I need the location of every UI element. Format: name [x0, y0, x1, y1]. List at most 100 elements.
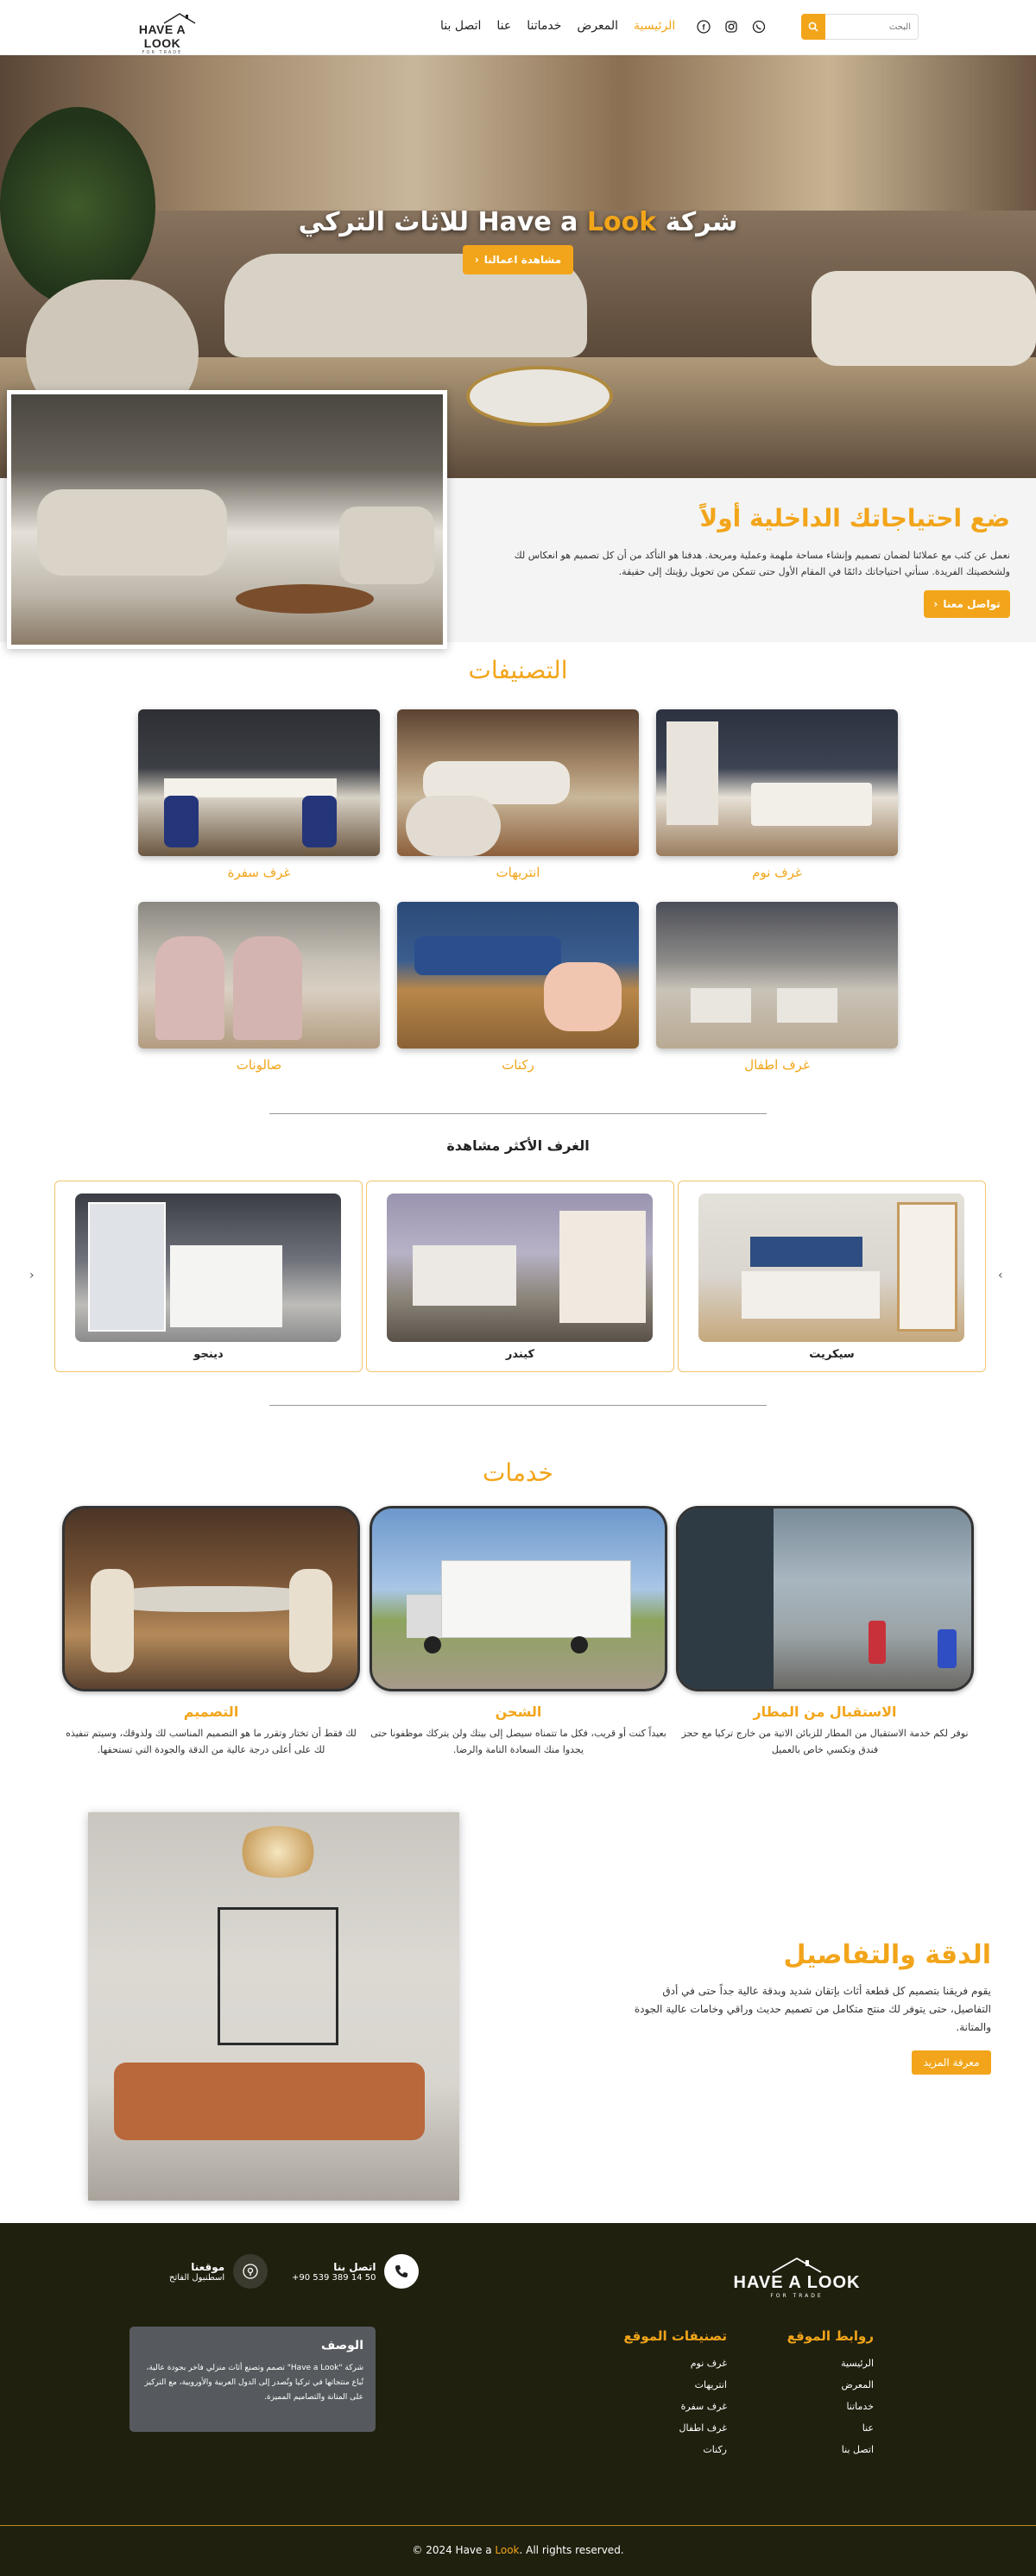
airport-pickup-image [676, 1506, 974, 1691]
room-image [698, 1194, 964, 1342]
room-name: كيندر [505, 1348, 535, 1361]
category-label: صالونات [236, 1057, 282, 1073]
learn-more-button[interactable]: معرفة المزيد [912, 2050, 991, 2075]
kids-room-image [656, 902, 898, 1049]
footer-category-link[interactable]: غرف اطفال [623, 2417, 727, 2439]
categories-title: التصنيفات [468, 656, 568, 684]
footer-categories: تصنيفات الموقع غرف نوم انتريهات غرف سفرة… [623, 2328, 727, 2460]
category-card[interactable]: صالونات [138, 902, 380, 1073]
footer-links: روابط الموقع الرئيسية المعرض خدماتنا عنا… [787, 2328, 874, 2460]
footer-link[interactable]: اتصل بنا [787, 2439, 874, 2460]
service-title: التصميم [183, 1704, 239, 1720]
room-card[interactable]: سيكريت [678, 1181, 986, 1372]
precision-title: الدقة والتفاصيل [783, 1940, 991, 1970]
main-nav: الرئيسية المعرض خدماتنا عنا اتصل بنا [440, 19, 675, 33]
phone-icon [384, 2254, 420, 2289]
chevron-left-icon: ‹ [474, 254, 479, 266]
nav-services[interactable]: خدماتنا [527, 19, 561, 33]
search-bar [801, 14, 919, 40]
footer-link[interactable]: المعرض [787, 2374, 874, 2396]
room-name: سيكريت [809, 1348, 855, 1361]
house-roof-icon [772, 2257, 822, 2273]
footer-category-link[interactable]: غرف سفرة [623, 2396, 727, 2417]
service-title: الاستقبال من المطار [753, 1704, 897, 1720]
design-image [62, 1506, 360, 1691]
footer-category-link[interactable]: غرف نوم [623, 2352, 727, 2374]
category-label: غرف سفرة [227, 865, 291, 880]
footer-phone[interactable]: اتصل بنا +90 539 389 14 50 [292, 2254, 420, 2289]
site-logo[interactable]: HAVE A LOOK FOR TRADE [119, 10, 205, 55]
precision-image [88, 1812, 459, 2201]
room-card[interactable]: كيندر [366, 1181, 674, 1372]
service-text: لك فقط أن تختار وتقرر ما هو التصميم المن… [66, 1728, 357, 1755]
category-label: ركنات [502, 1057, 534, 1073]
category-card[interactable]: غرف اطفال [656, 902, 898, 1073]
intro-text: نعمل عن كثب مع عملائنا لضمان تصميم وإنشا… [514, 550, 1010, 577]
footer-category-link[interactable]: ركنات [623, 2439, 727, 2460]
category-card[interactable]: انتريهات [397, 709, 639, 880]
room-card[interactable]: دينجو [54, 1181, 363, 1372]
precision-text: يقوم فريقنا بتصميم كل قطعة أثاث بإتقان ش… [634, 1985, 991, 2033]
whatsapp-icon[interactable] [751, 19, 767, 35]
divider [269, 1113, 767, 1114]
search-button[interactable] [801, 14, 825, 40]
service-card: التصميم لك فقط أن تختار وتقرر ما هو التص… [62, 1506, 360, 1758]
svg-text:f: f [703, 23, 706, 32]
carousel-prev-icon[interactable]: ‹ [29, 1269, 35, 1282]
copyright: © 2024 Have a Look. All rights reserved. [0, 2525, 1036, 2576]
description-text: شركة "Have a Look" تصمم وتصنع أثاث منزلي… [144, 2364, 363, 2402]
category-label: غرف نوم [752, 865, 802, 880]
facebook-icon[interactable]: f [696, 19, 711, 35]
instagram-icon[interactable] [723, 19, 739, 35]
service-card: الاستقبال من المطار نوفر لكم خدمة الاستق… [676, 1506, 974, 1758]
category-label: انتريهات [496, 865, 540, 880]
description-title: الوصف [320, 2339, 363, 2352]
services-title: خدمات [483, 1458, 553, 1487]
footer-logo[interactable]: HAVE A LOOK FOR TRADE [732, 2256, 862, 2299]
carousel-next-icon[interactable]: › [998, 1269, 1003, 1282]
bedroom-image [656, 709, 898, 856]
service-text: بعيداً كنت أو قريب، فكل ما تتمناه سيصل إ… [370, 1728, 666, 1755]
dining-room-image [138, 709, 380, 856]
hero-title: شركة Have a Look للاثاث التركي [298, 207, 738, 237]
house-roof-icon [163, 13, 196, 24]
social-links: f [696, 19, 767, 35]
nav-about[interactable]: عنا [496, 19, 511, 33]
footer-link[interactable]: الرئيسية [787, 2352, 874, 2374]
footer-link[interactable]: عنا [787, 2417, 874, 2439]
footer-link[interactable]: خدماتنا [787, 2396, 874, 2417]
nav-home[interactable]: الرئيسية [634, 19, 675, 33]
view-works-button[interactable]: مشاهدة اعمالنا ‹ [463, 245, 573, 274]
intro-image [7, 390, 447, 649]
coffee-table-image [466, 366, 613, 426]
living-room-image [397, 709, 639, 856]
salon-image [138, 902, 380, 1049]
location-pin-icon [233, 2254, 268, 2289]
corner-sofa-image [397, 902, 639, 1049]
footer-location[interactable]: موقعنا اسطنبول الفاتح [169, 2254, 268, 2289]
plant-image [0, 107, 155, 305]
search-input[interactable] [825, 14, 919, 40]
contact-us-button[interactable]: تواصل معنا ‹ [924, 590, 1010, 618]
shipping-truck-image [370, 1506, 667, 1691]
footer-category-link[interactable]: انتريهات [623, 2374, 727, 2396]
sofa-image [812, 271, 1036, 366]
category-card[interactable]: ركنات [397, 902, 639, 1073]
site-header: f الرئيسية المعرض خدماتنا عنا اتصل بنا H… [0, 0, 1036, 55]
category-card[interactable]: غرف نوم [656, 709, 898, 880]
service-text: نوفر لكم خدمة الاستقبال من المطار للزبائ… [681, 1728, 969, 1755]
divider [269, 1405, 767, 1406]
room-name: دينجو [193, 1348, 224, 1361]
category-label: غرف اطفال [744, 1057, 810, 1073]
chevron-left-icon: ‹ [933, 598, 938, 610]
footer-description: الوصف شركة "Have a Look" تصمم وتصنع أثاث… [130, 2327, 376, 2432]
intro-title: ضع احتياجاتك الداخلية أولاً [699, 504, 1010, 532]
room-image [387, 1194, 653, 1342]
category-card[interactable]: غرف سفرة [138, 709, 380, 880]
nav-gallery[interactable]: المعرض [577, 19, 618, 33]
footer-categories-title: تصنيفات الموقع [623, 2328, 727, 2344]
search-icon [808, 22, 818, 32]
room-image [75, 1194, 341, 1342]
most-viewed-title: الغرف الأكثر مشاهدة [446, 1137, 590, 1154]
nav-contact[interactable]: اتصل بنا [440, 19, 481, 33]
